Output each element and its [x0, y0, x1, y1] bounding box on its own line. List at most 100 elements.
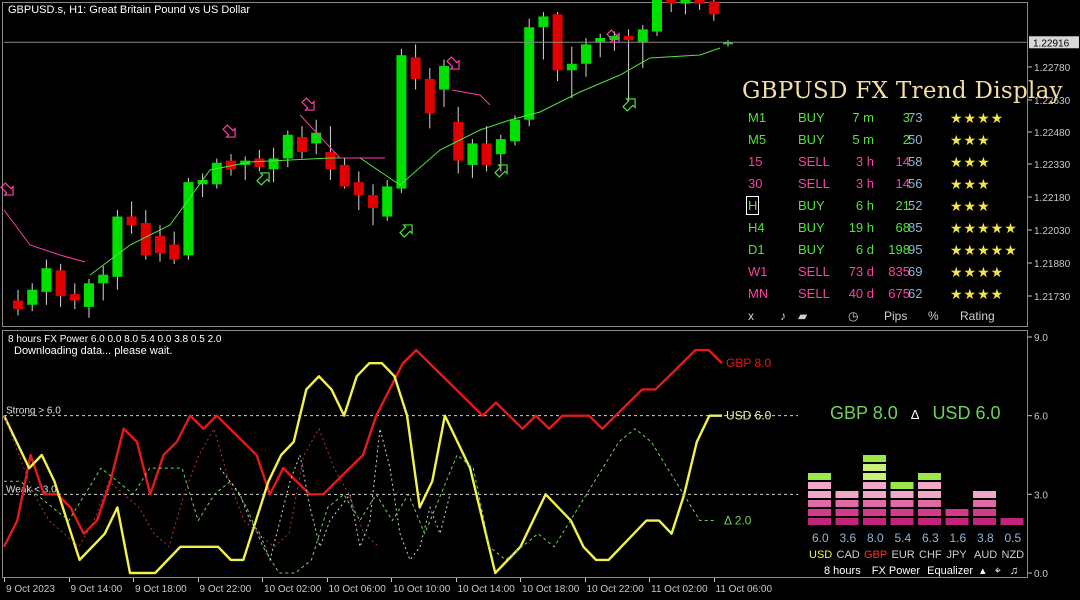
- eq-mode[interactable]: Equalizer: [927, 565, 973, 577]
- candle-body: [13, 300, 23, 310]
- signal-label: BUY: [798, 198, 825, 213]
- candle-body: [69, 294, 80, 301]
- timeframe-label[interactable]: MN: [748, 286, 768, 301]
- equalizer-currency-aud[interactable]: AUD: [974, 549, 997, 561]
- big-gbp: GBP 8.0: [830, 403, 898, 423]
- equalizer-currency-eur[interactable]: EUR: [892, 549, 915, 561]
- signal-percent: 85: [908, 220, 923, 235]
- trend-row-w1[interactable]: W1 SELL 73 d 835 69 ★★★★: [742, 264, 1032, 286]
- timeframe-label[interactable]: H: [745, 196, 760, 215]
- signal-label: SELL: [798, 286, 830, 301]
- trend-row-m5[interactable]: M5 BUY 5 m 2 50 ★★★: [742, 132, 1032, 154]
- triangle-icon[interactable]: ▴: [980, 565, 986, 577]
- rating-stars: ★★★★★: [950, 220, 1018, 236]
- candle-body: [368, 195, 378, 208]
- sound-icon[interactable]: ♪: [780, 309, 786, 323]
- price-axis-label: 1.22780: [1034, 63, 1071, 74]
- price-axis-label: 1.22030: [1034, 226, 1071, 237]
- signal-label: SELL: [798, 176, 830, 191]
- timeframe-label[interactable]: 15: [748, 154, 762, 169]
- time-axis-label: 10 Oct 10:00: [393, 584, 451, 595]
- candle-body: [325, 152, 336, 170]
- equalizer-currency-usd[interactable]: USD: [809, 549, 832, 561]
- equalizer-currency-gbp[interactable]: GBP: [864, 549, 887, 561]
- candle-body: [84, 283, 94, 307]
- time-tick: [713, 578, 715, 582]
- rating-stars: ★★★: [950, 198, 991, 214]
- trend-row-30[interactable]: 30 SELL 3 h 14 56 ★★★: [742, 176, 1032, 198]
- time-axis-label: 10 Oct 06:00: [328, 584, 386, 595]
- rating-stars: ★★★: [950, 154, 991, 170]
- candle-body: [581, 44, 591, 64]
- pips-header: Pips: [884, 309, 908, 323]
- signal-label: BUY: [798, 220, 825, 235]
- time-tick: [262, 578, 263, 582]
- timeframe-label[interactable]: D1: [748, 242, 765, 257]
- price-axis-label: 1.21730: [1034, 292, 1071, 303]
- rating-stars: ★★★★: [950, 286, 1005, 302]
- signal-percent: 73: [908, 110, 923, 125]
- close-icon[interactable]: x: [748, 309, 754, 323]
- price-axis-label: 1.22480: [1034, 128, 1071, 139]
- signal-percent: 95: [908, 242, 923, 257]
- timeframe-label[interactable]: W1: [748, 264, 768, 279]
- equalizer-value: 3.8: [977, 531, 994, 545]
- trend-display-title: GBPUSD FX Trend Display: [742, 78, 1063, 104]
- timeframe-label[interactable]: H4: [748, 220, 765, 235]
- crosshair-icon[interactable]: ⌖: [995, 565, 1001, 577]
- sell-arrow-icon: [301, 97, 315, 111]
- sound-icon[interactable]: ♫: [1010, 565, 1018, 577]
- signal-age: 73 d: [848, 264, 874, 279]
- equalizer-currency-nzd[interactable]: NZD: [1002, 549, 1025, 561]
- candle-body: [637, 29, 648, 43]
- candle-body: [126, 216, 137, 226]
- timeframe-label[interactable]: M5: [748, 132, 766, 147]
- candle-body: [98, 274, 109, 284]
- chart-type-icon[interactable]: ▰: [798, 309, 807, 323]
- equalizer-currency-jpy[interactable]: JPY: [947, 549, 967, 561]
- time-tick: [391, 578, 392, 582]
- candle-body: [282, 134, 293, 159]
- candle-body: [211, 162, 222, 185]
- fx-power-header: 8 hours FX Power 6.0 0.0 8.0 5.4 0.0 3.8…: [8, 334, 222, 345]
- sell-trailing-line: [451, 89, 491, 106]
- candle-body: [27, 289, 38, 305]
- candle-body: [595, 37, 606, 43]
- percent-header: %: [928, 309, 939, 323]
- candle-body: [694, 0, 705, 4]
- power-axis-label: 9.0: [1034, 333, 1048, 344]
- eq-name[interactable]: FX Power: [872, 565, 920, 577]
- signal-percent: 52: [908, 198, 923, 213]
- equalizer-value: 5.4: [894, 531, 912, 545]
- rating-header: Rating: [960, 309, 995, 323]
- trend-row-h4[interactable]: H4 BUY 19 h 68 85 ★★★★★: [742, 220, 1032, 242]
- time-tick: [68, 578, 70, 582]
- price-axis-label: 1.21880: [1034, 259, 1071, 270]
- candle-body: [510, 119, 520, 142]
- trend-row-mn[interactable]: MN SELL 40 d 675 62 ★★★★: [742, 286, 1032, 308]
- signal-pips: 675: [888, 286, 910, 301]
- trend-row-m1[interactable]: M1 BUY 7 m 3 73 ★★★★: [742, 110, 1032, 132]
- signal-pips: 198: [888, 242, 910, 257]
- trend-row-d1[interactable]: D1 BUY 6 d 198 95 ★★★★★: [742, 242, 1032, 264]
- equalizer-value: 6.3: [922, 531, 939, 545]
- equalizer-value: 0.5: [1004, 531, 1022, 545]
- clock-icon[interactable]: ◷: [848, 309, 858, 323]
- signal-percent: 56: [908, 176, 923, 191]
- time-tick: [520, 578, 521, 582]
- time-tick: [326, 578, 328, 582]
- trend-row-h[interactable]: H BUY 6 h 21 52 ★★★: [742, 196, 1032, 220]
- candle-body: [112, 216, 123, 277]
- timeframe-label[interactable]: 30: [748, 176, 762, 191]
- power-axis-label: 6.0: [1034, 412, 1048, 423]
- sell-arrow-icon: [222, 124, 236, 138]
- time-axis-label: 9 Oct 2023: [6, 584, 55, 595]
- trend-row-15[interactable]: 15 SELL 3 h 14 58 ★★★: [742, 154, 1032, 176]
- eq-period[interactable]: 8 hours: [824, 565, 861, 577]
- candle-body: [254, 158, 265, 168]
- equalizer-currency-cad[interactable]: CAD: [837, 549, 860, 561]
- signal-label: BUY: [798, 132, 825, 147]
- timeframe-label[interactable]: M1: [748, 110, 766, 125]
- equalizer-currency-chf[interactable]: CHF: [919, 549, 942, 561]
- signal-label: SELL: [798, 264, 830, 279]
